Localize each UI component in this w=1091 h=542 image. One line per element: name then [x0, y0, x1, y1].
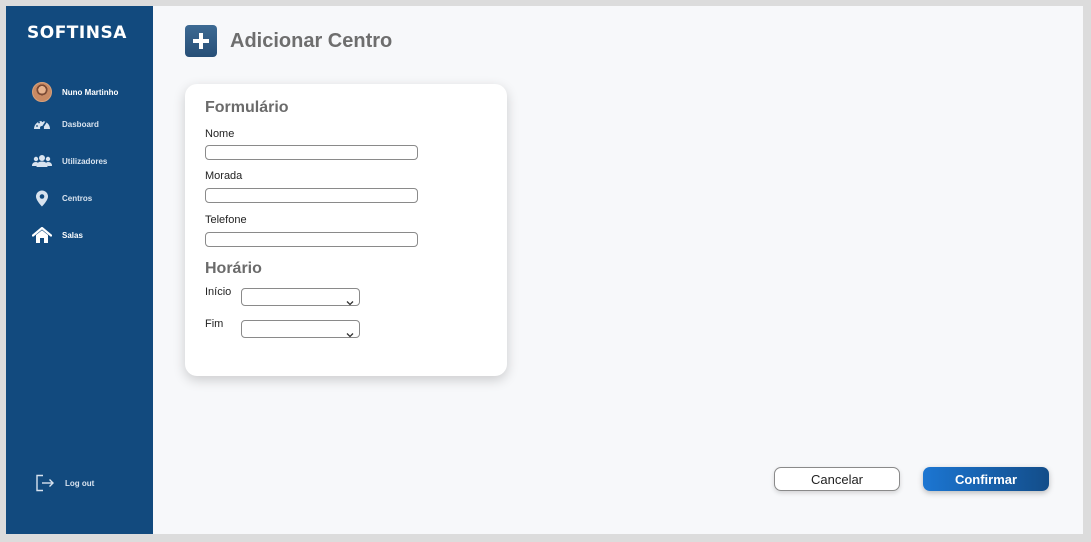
speedometer-icon	[32, 114, 52, 134]
nome-input[interactable]	[205, 145, 418, 160]
fim-select[interactable]	[241, 320, 360, 338]
confirm-button[interactable]: Confirmar	[923, 467, 1049, 491]
page-header: Adicionar Centro	[185, 25, 392, 57]
sidebar-item-label: Utilizadores	[62, 156, 108, 166]
inicio-select[interactable]	[241, 288, 360, 306]
logout-icon	[35, 473, 55, 493]
plus-icon	[185, 25, 217, 57]
sidebar-item-centros[interactable]: Centros	[32, 187, 92, 209]
chevron-down-icon	[346, 325, 354, 343]
user-name: Nuno Martinho	[62, 87, 119, 97]
page-title: Adicionar Centro	[230, 29, 393, 52]
field-label-inicio: Início	[205, 286, 232, 298]
home-icon	[32, 225, 52, 245]
chevron-down-icon	[346, 293, 354, 311]
field-label-morada: Morada	[205, 170, 243, 182]
sidebar-item-label: Salas	[62, 230, 83, 240]
field-label-nome: Nome	[205, 128, 235, 140]
logout-button[interactable]: Log out	[35, 472, 94, 494]
sidebar-item-label: Dasboard	[62, 119, 99, 129]
user-avatar	[32, 82, 52, 102]
users-icon	[32, 151, 52, 171]
sidebar-item-salas[interactable]: Salas	[32, 224, 83, 246]
form-card: Formulário Nome Morada Telefone Horário …	[185, 84, 507, 376]
user-profile[interactable]: Nuno Martinho	[32, 81, 118, 103]
app-window: SOFTINSA Nuno Martinho Dasboard Utilizad…	[6, 6, 1083, 534]
sidebar-item-dashboard[interactable]: Dasboard	[32, 113, 99, 135]
logout-label: Log out	[65, 478, 95, 488]
map-pin-icon	[32, 188, 52, 208]
cancel-button[interactable]: Cancelar	[774, 467, 900, 491]
field-label-fim: Fim	[205, 318, 224, 330]
sidebar-item-label: Centros	[62, 193, 93, 203]
field-label-telefone: Telefone	[205, 214, 247, 226]
morada-input[interactable]	[205, 188, 418, 203]
brand-logo: SOFTINSA	[27, 23, 127, 43]
form-title: Formulário	[205, 99, 289, 116]
sidebar: SOFTINSA Nuno Martinho Dasboard Utilizad…	[6, 6, 153, 534]
sidebar-item-users[interactable]: Utilizadores	[32, 150, 107, 172]
telefone-input[interactable]	[205, 232, 418, 247]
schedule-title: Horário	[205, 260, 262, 277]
